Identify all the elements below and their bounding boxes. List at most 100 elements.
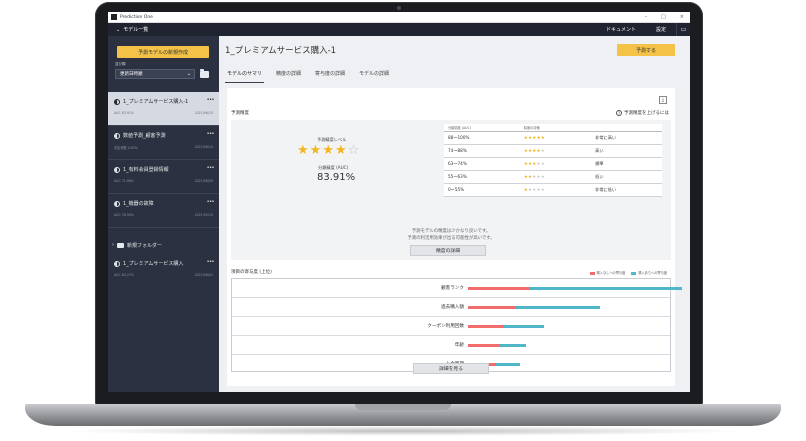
contribution-label: 過去購入額 (441, 305, 464, 310)
model-item[interactable]: 数値予測_顧客予測 ••• 決定係数 0.83% 2021/06/10 (108, 126, 219, 160)
sidebar-folder[interactable]: › 新規フォルダー (108, 238, 219, 252)
chevron-right-icon: › (112, 242, 114, 248)
more-icon[interactable]: ••• (207, 199, 215, 205)
predict-button[interactable]: 予測する (617, 44, 675, 56)
contribution-bar (468, 325, 544, 328)
legend-item-positive: 購入ありへの寄与度 (631, 270, 667, 275)
more-icon[interactable]: ••• (207, 97, 215, 103)
model-score: 決定係数 0.83% (114, 146, 138, 150)
legend-item-negative: 購入なしへの寄与度 (589, 270, 625, 275)
accuracy-rating-label: 非常に高い (591, 131, 662, 145)
star-rating: ★★★★★ (519, 157, 592, 171)
star-empty-icon: ★ (540, 161, 545, 167)
contribution-chart: 顧客ランク過去購入額クーポン利用回数年齢入会時期 (231, 278, 682, 372)
auc-range: 88～100% (444, 131, 520, 145)
tab-contribution-details[interactable]: 寄与度の詳細 (313, 70, 347, 83)
model-date: 2021/06/09 (194, 179, 213, 183)
model-title: 1_機器の故障 (123, 201, 154, 207)
classification-model-icon (114, 166, 120, 173)
improve-accuracy-label: 予測精度を上げるには (624, 111, 669, 116)
accuracy-note-line1: 予測モデルの精度は少かなり良いです。 (411, 229, 491, 234)
contribution-label: 年齢 (454, 343, 464, 348)
model-item[interactable]: 1_プレミアムサービス購入-1 ••• AUC 83.91% 2021/06/15 (108, 92, 219, 126)
model-score: AUC 83.91% (114, 111, 134, 115)
star-empty-icon: ★ (540, 148, 545, 154)
model-date: 2021/06/15 (194, 111, 213, 115)
accuracy-rating-label: 高い (591, 144, 662, 158)
contribution-row: 年齢 (232, 336, 670, 355)
settings-link[interactable]: 設定 (646, 26, 676, 33)
bar-negative (468, 306, 516, 309)
legend-swatch (589, 271, 595, 275)
star-rating: ★★★★★ (519, 144, 592, 158)
minimize-icon[interactable]: – (645, 14, 648, 20)
tab-bar: モデルのサマリ 精度の詳細 寄与度の詳細 モデルの詳細 (225, 70, 391, 83)
contribution-bar (468, 306, 600, 309)
accuracy-rating-label: 非常に低い (591, 183, 662, 197)
table-header: 分類精度 (AUC) (444, 124, 520, 132)
accuracy-stars: ★ ★ ★ ★ ☆ (297, 144, 359, 158)
accuracy-note-line2: 予測の利活用効果が出る可能性が高いです。 (407, 236, 495, 241)
documents-link[interactable]: ドキュメント (596, 26, 646, 33)
tab-model-summary[interactable]: モデルのサマリ (225, 70, 265, 83)
contribution-bar (468, 287, 682, 290)
star-filled-icon: ★ (297, 143, 309, 158)
table-row: 55～63% ★★★★★ 低い (444, 170, 662, 184)
folder-icon (200, 68, 209, 78)
contribution-bar (468, 344, 526, 347)
new-model-button[interactable]: 予測モデルの新規作成 (117, 46, 209, 58)
model-date: 2021/06/10 (194, 145, 213, 149)
auc-range: 55～63% (444, 170, 520, 184)
regression-model-icon (114, 132, 120, 139)
tab-model-details[interactable]: モデルの詳細 (357, 70, 391, 83)
help-icon[interactable]: ▭ (676, 23, 690, 36)
more-icon[interactable]: ••• (207, 165, 215, 171)
bar-positive (504, 325, 544, 328)
maximize-icon[interactable]: □ (661, 14, 666, 20)
star-filled-icon: ★ (540, 135, 545, 141)
sort-select[interactable]: 更新日時順 ⌄ (115, 69, 195, 79)
auc-label: 分類精度 (AUC) (318, 165, 349, 170)
model-list-label: モデル一覧 (123, 27, 149, 33)
auc-range: 63～74% (444, 157, 520, 171)
contribution-label: 顧客ランク (441, 286, 464, 291)
model-score: AUC 84.27% (114, 273, 134, 277)
question-icon: ? (616, 110, 622, 116)
accuracy-details-button[interactable]: 精度の詳細 (410, 245, 486, 256)
download-icon[interactable]: ⤓ (659, 96, 667, 104)
classification-model-icon (114, 200, 120, 207)
contribution-details-button[interactable]: 詳細を見る (413, 363, 489, 374)
model-list-button[interactable]: ⌄ モデル一覧 (116, 26, 149, 34)
close-icon[interactable]: × (680, 14, 684, 20)
model-title: 1_プレミアムサービス購入 (123, 261, 184, 267)
app-name: Prediction One (120, 14, 153, 20)
legend-swatch (631, 271, 637, 275)
nav-right: ドキュメント 設定 ▭ (596, 23, 690, 36)
star-filled-icon: ★ (334, 143, 347, 158)
summary-panel: ⤓ 予測精度 ? 予測精度を上げるには 予測精度レベル ★ ★ ★ ★ ☆ 分類精度 (… (227, 88, 682, 386)
new-folder-button[interactable] (199, 68, 210, 79)
tab-accuracy-details[interactable]: 精度の詳細 (274, 70, 303, 83)
bar-positive (516, 306, 600, 309)
more-icon[interactable]: ••• (207, 259, 215, 265)
star-rating: ★★★★★ (519, 170, 592, 184)
accuracy-box: 予測精度レベル ★ ★ ★ ★ ☆ 分類精度 (AUC) 83.91% 分類精度 (AU… (231, 120, 671, 260)
model-title: 1_有料会員登録情報 (123, 167, 169, 173)
classification-model-icon (114, 260, 120, 267)
page-title: 1_プレミアムサービス購入-1 (225, 46, 337, 56)
model-item[interactable]: 1_プレミアムサービス購入 ••• AUC 84.27% 2021/06/01 (108, 254, 219, 288)
table-row: 0～55% ★★★★★ 非常に低い (444, 183, 662, 197)
star-rating: ★★★★★ (519, 131, 592, 145)
window-controls: – □ × (645, 14, 684, 20)
table-row: 88～100% ★★★★★ 非常に高い (444, 131, 662, 145)
model-item[interactable]: 1_機器の故障 ••• AUC 78.94% 2021/05/10 (108, 194, 219, 228)
more-icon[interactable]: ••• (207, 131, 215, 137)
model-title: 1_プレミアムサービス購入-1 (123, 99, 189, 105)
improve-accuracy-link[interactable]: ? 予測精度を上げるには (616, 110, 669, 116)
auc-range: 74～88% (444, 144, 520, 158)
table-header: 精度の評価 (519, 124, 592, 132)
model-item[interactable]: 1_有料会員登録情報 ••• AUC 71.66% 2021/06/09 (108, 160, 219, 194)
bar-negative (468, 287, 530, 290)
folder-name: 新規フォルダー (127, 242, 163, 249)
star-empty-icon: ★ (540, 174, 545, 180)
